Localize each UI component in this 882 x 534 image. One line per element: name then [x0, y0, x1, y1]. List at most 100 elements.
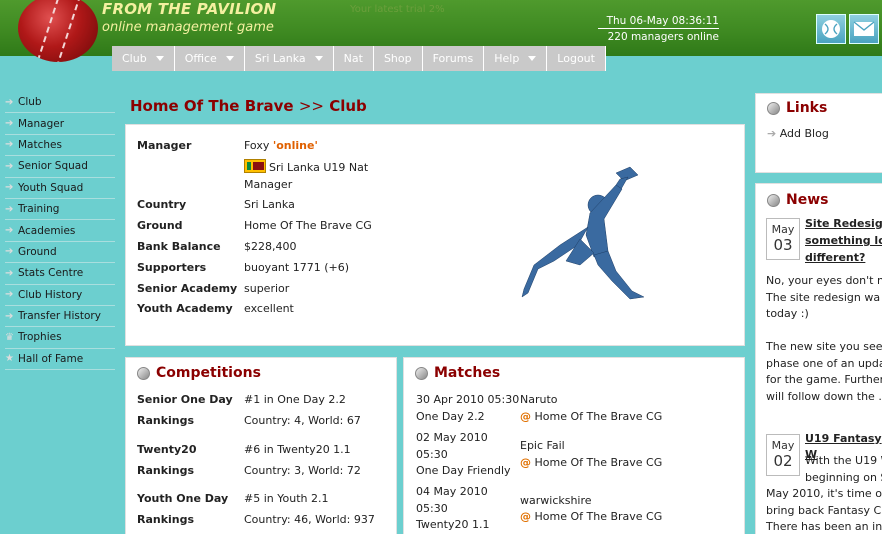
nav-label: Nat: [343, 52, 363, 65]
venue-name[interactable]: Home Of The Brave CG: [535, 510, 663, 523]
nav-label: Logout: [557, 52, 595, 65]
news-line: There has been an in: [766, 520, 882, 533]
bank-balance-value: $228,400: [244, 240, 297, 253]
sidebar-item-label: Hall of Fame: [18, 352, 84, 365]
match-competition[interactable]: Twenty20 1.1: [416, 518, 489, 531]
sidebar-item-club[interactable]: ➔ Club: [5, 92, 115, 114]
sidebar-item-matches[interactable]: ➔ Matches: [5, 135, 115, 157]
match-time: 05:30: [416, 502, 448, 515]
nav-help[interactable]: Help: [484, 46, 548, 71]
twenty20-label: Twenty20: [137, 443, 197, 456]
match-time: 05:30: [416, 448, 448, 461]
sidebar-item-label: Youth Squad: [18, 181, 84, 194]
manager-role-line1[interactable]: Sri Lanka U19 Nat: [269, 161, 368, 174]
nav-office[interactable]: Office: [174, 46, 245, 71]
nav-sri-lanka[interactable]: Sri Lanka: [244, 46, 334, 71]
senior-academy-value: superior: [244, 282, 290, 295]
sidebar-item-training[interactable]: ➔ Training: [5, 199, 115, 221]
news-body: With the U19 W beginning on S: [805, 453, 882, 486]
sidebar-item-ground[interactable]: ➔ Ground: [5, 242, 115, 264]
nav-shop[interactable]: Shop: [373, 46, 423, 71]
venue-name[interactable]: Home Of The Brave CG: [535, 456, 663, 469]
match-date: 04 May 2010: [416, 485, 488, 498]
manager-name[interactable]: Foxy: [244, 139, 269, 152]
news-day: 03: [773, 236, 793, 254]
country-label: Country: [137, 198, 187, 211]
news-line: beginning on S: [805, 470, 882, 484]
managers-online[interactable]: 220 managers online: [598, 31, 719, 43]
news-date-badge: May 02: [766, 434, 800, 476]
competitions-title-text: Competitions: [156, 365, 261, 381]
news-headline[interactable]: Site Redesign: [805, 216, 882, 232]
match-opponent[interactable]: Epic Fail: [520, 439, 565, 452]
sidebar-item-transfer-history[interactable]: ➔ Transfer History: [5, 306, 115, 328]
arrow-right-icon: ➔: [767, 127, 777, 140]
cricket-ball-icon[interactable]: [816, 14, 846, 44]
news-month: May: [771, 439, 795, 452]
match-date: 02 May 2010: [416, 431, 488, 444]
arrow-right-icon: ➔: [5, 225, 14, 237]
cricket-ball-logo: [18, 0, 98, 62]
add-blog-link[interactable]: ➔ Add Blog: [767, 127, 829, 140]
match-opponent[interactable]: warwickshire: [520, 494, 592, 507]
youth-one-day-value[interactable]: #5 in Youth 2.1: [244, 492, 328, 505]
news-body: No, your eyes don't ne The site redesign…: [766, 273, 882, 405]
match-opponent[interactable]: Naruto: [520, 393, 558, 406]
at-icon: @: [520, 510, 531, 523]
news-line: The site redesign wa: [766, 290, 881, 304]
news-body: May 2010, it's time on bring back Fantas…: [766, 486, 882, 534]
batsman-silhouette-icon: [521, 166, 645, 300]
nav-nat[interactable]: Nat: [333, 46, 374, 71]
sidebar-item-label: Senior Squad: [18, 160, 88, 173]
match-competition[interactable]: One Day Friendly: [416, 464, 511, 477]
sidebar-item-label: Stats Centre: [18, 267, 84, 280]
trophy-icon: ♛: [5, 331, 14, 343]
news-line: bring back Fantasy C: [766, 503, 882, 517]
sri-lanka-flag-icon: [244, 159, 266, 173]
header-note: Your latest trial 2%: [350, 4, 445, 15]
supporters-value: buoyant 1771 (+6): [244, 261, 350, 274]
news-line: will follow down the ..: [766, 389, 882, 403]
sidebar-item-senior-squad[interactable]: ➔ Senior Squad: [5, 156, 115, 178]
online-status: 'online': [272, 139, 318, 152]
twenty20-value[interactable]: #6 in Twenty20 1.1: [244, 443, 351, 456]
nav-logout[interactable]: Logout: [547, 46, 606, 71]
arrow-right-icon: ➔: [5, 289, 14, 301]
news-headline[interactable]: different?: [805, 250, 865, 266]
mail-icon[interactable]: [849, 14, 879, 44]
match-venue: @ Home Of The Brave CG: [520, 410, 662, 423]
sidebar-item-youth-squad[interactable]: ➔ Youth Squad: [5, 178, 115, 199]
nav-label: Help: [494, 52, 520, 65]
main-nav: Club Office Sri Lanka Nat Shop Forums He…: [112, 46, 606, 71]
match-venue: @ Home Of The Brave CG: [520, 510, 662, 523]
news-line: for the game. Further: [766, 373, 882, 386]
sidebar-item-hall-of-fame[interactable]: ★ Hall of Fame: [5, 349, 115, 371]
brand-title[interactable]: FROM THE PAVILION: [102, 0, 276, 18]
senior-one-day-value[interactable]: #1 in One Day 2.2: [244, 393, 346, 406]
sidebar-item-manager[interactable]: ➔ Manager: [5, 113, 115, 135]
links-panel: Links ➔ Add Blog: [755, 93, 882, 173]
nav-label: Club: [122, 52, 147, 65]
page-title: Home Of The Brave >> Club: [130, 97, 367, 115]
sidebar-item-label: Academies: [18, 224, 76, 237]
sidebar-item-stats-centre[interactable]: ➔ Stats Centre: [5, 263, 115, 285]
nav-club[interactable]: Club: [112, 46, 175, 71]
club-info-panel: Manager Foxy 'online' Sri Lanka U19 Nat …: [125, 124, 745, 346]
senior-academy-label: Senior Academy: [137, 282, 238, 295]
sidebar-item-trophies[interactable]: ♛ Trophies: [5, 327, 115, 349]
news-line: With the U19 W: [805, 454, 882, 467]
venue-name[interactable]: Home Of The Brave CG: [535, 410, 663, 423]
sidebar-item-label: Manager: [18, 117, 65, 130]
ground-value[interactable]: Home Of The Brave CG: [244, 219, 372, 232]
match-competition[interactable]: One Day 2.2: [416, 410, 485, 423]
sidebar-item-academies[interactable]: ➔ Academies: [5, 220, 115, 242]
nav-forums[interactable]: Forums: [422, 46, 485, 71]
chevron-down-icon: [155, 56, 164, 61]
sidebar-item-club-history[interactable]: ➔ Club History: [5, 285, 115, 306]
at-icon: @: [520, 410, 531, 423]
sidebar-item-label: Trophies: [18, 331, 62, 344]
arrow-right-icon: ➔: [5, 267, 14, 279]
star-icon: ★: [5, 353, 14, 365]
news-headline[interactable]: something loo: [805, 233, 882, 249]
match-venue: @ Home Of The Brave CG: [520, 456, 662, 469]
